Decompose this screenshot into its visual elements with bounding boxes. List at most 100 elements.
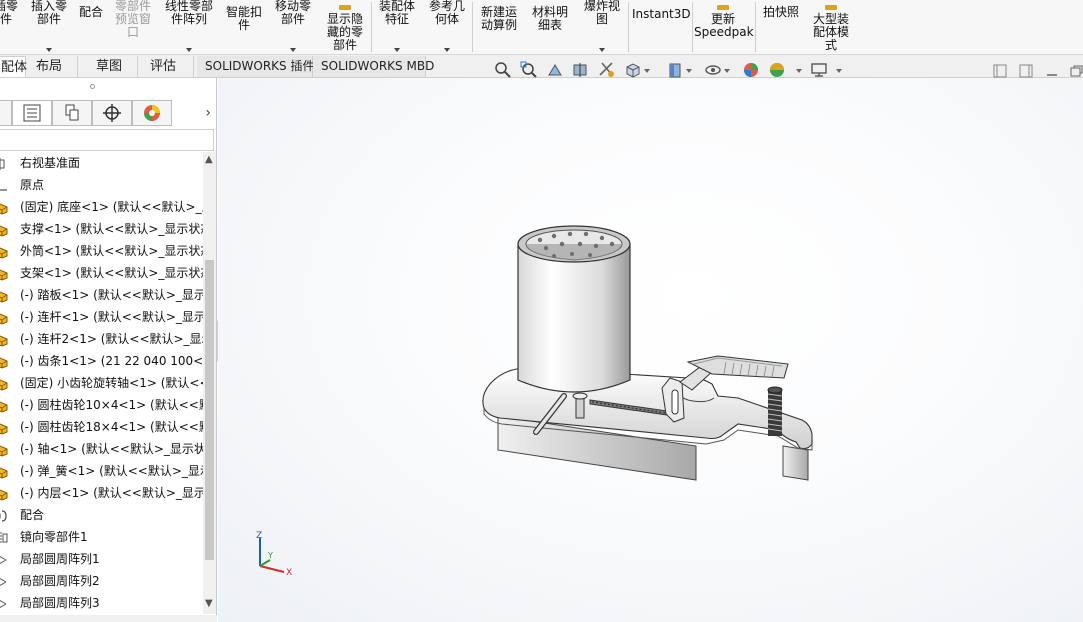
tree-item[interactable]: (-) 踏板<1> (默认<<默认>_显示状 <box>0 284 203 306</box>
tree-item[interactable]: (-) 圆柱齿轮18×4<1> (默认<<默 <box>0 416 203 438</box>
part-icon <box>0 398 8 413</box>
chevron-down-icon[interactable] <box>796 69 802 73</box>
tree-item[interactable]: 局部圆周阵列1 <box>0 548 203 570</box>
tree-vertical-scrollbar[interactable]: ▲ ▼ <box>203 152 216 614</box>
tab-property-manager[interactable] <box>12 100 52 126</box>
chevron-down-icon[interactable] <box>444 48 450 52</box>
hide-show-icon[interactable] <box>704 61 722 79</box>
tree-item[interactable]: (-) 连杆<1> (默认<<默认>_显示状 <box>0 306 203 328</box>
tree-horizontal-scrollbar[interactable] <box>0 615 217 622</box>
collapse-panel-icon[interactable] <box>993 64 1007 78</box>
insert-component-partial-button[interactable]: 插零 件 <box>0 0 22 55</box>
chevron-right-icon[interactable]: › <box>205 105 211 121</box>
instant3d-button[interactable]: Instant3D <box>632 0 691 55</box>
tree-item[interactable]: (固定) 底座<1> (默认<<默认>_显 <box>0 196 203 218</box>
linear-pattern-button[interactable]: 线性零部 件阵列 <box>160 0 218 55</box>
previous-view-icon[interactable] <box>546 61 564 79</box>
tab-display-manager[interactable] <box>132 100 172 126</box>
assembly-features-button[interactable]: 装配体 特征 <box>374 0 420 55</box>
show-hidden-components-button[interactable]: 显示隐 藏的零 部件 <box>322 0 368 55</box>
show-hidden-icon <box>339 5 351 10</box>
mate-button[interactable]: 配合 <box>74 0 108 55</box>
reference-geometry-button[interactable]: 参考几 何体 <box>424 0 470 55</box>
tree-item[interactable]: (-) 圆柱齿轮10×4<1> (默认<<默 <box>0 394 203 416</box>
tree-item[interactable]: (-) 连杆2<1> (默认<<默认>_显示 <box>0 328 203 350</box>
assembly-model <box>482 225 813 481</box>
chevron-down-icon[interactable] <box>686 69 692 73</box>
chevron-down-icon[interactable] <box>186 48 192 52</box>
chevron-down-icon[interactable] <box>599 48 605 52</box>
restore-icon[interactable] <box>1069 64 1083 78</box>
section-view-icon[interactable] <box>572 61 590 79</box>
tree-filter-input[interactable] <box>0 129 214 151</box>
smart-fasteners-label: 智能扣 件 <box>225 5 262 32</box>
new-motion-study-button[interactable]: 新建运 动算例 <box>476 0 522 55</box>
triad-x-axis <box>259 565 285 573</box>
tab-assembly[interactable]: 配体 <box>0 56 27 77</box>
edit-appearance-icon[interactable] <box>742 61 760 79</box>
scroll-down-icon[interactable]: ▼ <box>205 598 213 609</box>
tree-item[interactable]: 镜向零部件1 <box>0 526 203 548</box>
large-assembly-mode-button[interactable]: 大型装 配体模 式 <box>806 0 856 55</box>
graphics-viewport[interactable]: Z X Y <box>218 78 1083 622</box>
tab-dimxpert-manager[interactable] <box>92 100 132 126</box>
part-icon <box>0 244 8 259</box>
tab-sketch[interactable]: 草图 <box>88 56 138 77</box>
dynamic-annotation-icon[interactable] <box>598 61 616 79</box>
tree-item[interactable]: 局部圆周阵列3 <box>0 592 203 614</box>
tab-layout[interactable]: 布局 <box>28 56 78 77</box>
tree-item[interactable]: 局部圆周阵列2 <box>0 570 203 592</box>
tab-feature-manager[interactable] <box>0 100 12 126</box>
expand-panel-icon[interactable] <box>1019 64 1033 78</box>
tree-item[interactable]: (-) 弹_簧<1> (默认<<默认>_显示 <box>0 460 203 482</box>
tab-solidworks-mbd[interactable]: SOLIDWORKS MBD <box>313 56 434 77</box>
exploded-view-button[interactable]: 爆炸视 图 <box>579 0 625 55</box>
chevron-down-icon[interactable] <box>394 48 400 52</box>
view-settings-icon[interactable] <box>810 61 828 79</box>
tree-item[interactable]: 支架<1> (默认<<默认>_显示状态 <box>0 262 203 284</box>
chevron-down-icon[interactable] <box>46 48 52 52</box>
view-orientation-icon[interactable] <box>624 61 642 79</box>
part-icon <box>0 420 8 435</box>
chevron-down-icon[interactable] <box>644 69 650 73</box>
tree-item[interactable]: (-) 内层<1> (默认<<默认>_显示状 <box>0 482 203 504</box>
part-icon <box>0 464 8 479</box>
tree-item[interactable]: 配合 <box>0 504 203 526</box>
smart-fasteners-button[interactable]: 智能扣 件 <box>222 0 266 55</box>
coordinate-triad: Z X Y <box>256 531 292 578</box>
apply-scene-icon[interactable] <box>768 61 786 79</box>
tree-item[interactable]: 原点 <box>0 174 203 196</box>
move-component-button[interactable]: 移动零 部件 <box>270 0 316 55</box>
scroll-up-icon[interactable]: ▲ <box>205 154 213 165</box>
tab-evaluate[interactable]: 评估 <box>142 56 194 77</box>
crosshair-icon <box>103 104 121 122</box>
tree-item[interactable]: (-) 轴<1> (默认<<默认>_显示状态 <box>0 438 203 460</box>
tree-item[interactable]: (-) 齿条1<1> (21 22 040 100<<默 <box>0 350 203 372</box>
linear-pattern-label: 线性零部 件阵列 <box>164 0 213 26</box>
chevron-down-icon[interactable] <box>836 69 842 73</box>
component-preview-button[interactable]: 零部件 预览窗 口 <box>110 0 156 55</box>
zoom-to-fit-icon[interactable] <box>494 61 512 79</box>
mate-label: 配合 <box>78 5 103 19</box>
update-speedpak-button[interactable]: 更新 Speedpak <box>694 0 754 55</box>
tree-item-label: (-) 轴<1> (默认<<默认>_显示状态 <box>20 442 203 456</box>
take-snapshot-button[interactable]: 拍快照 <box>758 0 804 55</box>
tree-item[interactable]: (固定) 小齿轮旋转轴<1> (默认<< <box>0 372 203 394</box>
tab-configuration-manager[interactable] <box>52 100 92 126</box>
tree-item[interactable]: 外筒<1> (默认<<默认>_显示状态 <box>0 240 203 262</box>
tree-item[interactable]: 右视基准面 <box>0 152 203 174</box>
chevron-down-icon[interactable] <box>724 69 730 73</box>
part-icon <box>0 310 8 325</box>
tree-item[interactable]: 支撑<1> (默认<<默认>_显示状态 <box>0 218 203 240</box>
minimize-icon[interactable] <box>1045 64 1059 78</box>
panel-grip-icon[interactable] <box>90 84 95 89</box>
insert-component-button[interactable]: 插入零 部件 <box>26 0 72 55</box>
chevron-down-icon[interactable] <box>290 48 296 52</box>
bill-of-materials-button[interactable]: 材料明 细表 <box>527 0 573 55</box>
tree-item-label: 支架<1> (默认<<默认>_显示状态 <box>20 266 203 280</box>
tab-solidworks-addins[interactable]: SOLIDWORKS 插件 <box>197 56 314 77</box>
scroll-thumb[interactable] <box>205 260 214 560</box>
display-style-icon[interactable] <box>666 61 684 79</box>
speedpak-icon <box>717 5 729 10</box>
zoom-area-icon[interactable] <box>520 61 538 79</box>
